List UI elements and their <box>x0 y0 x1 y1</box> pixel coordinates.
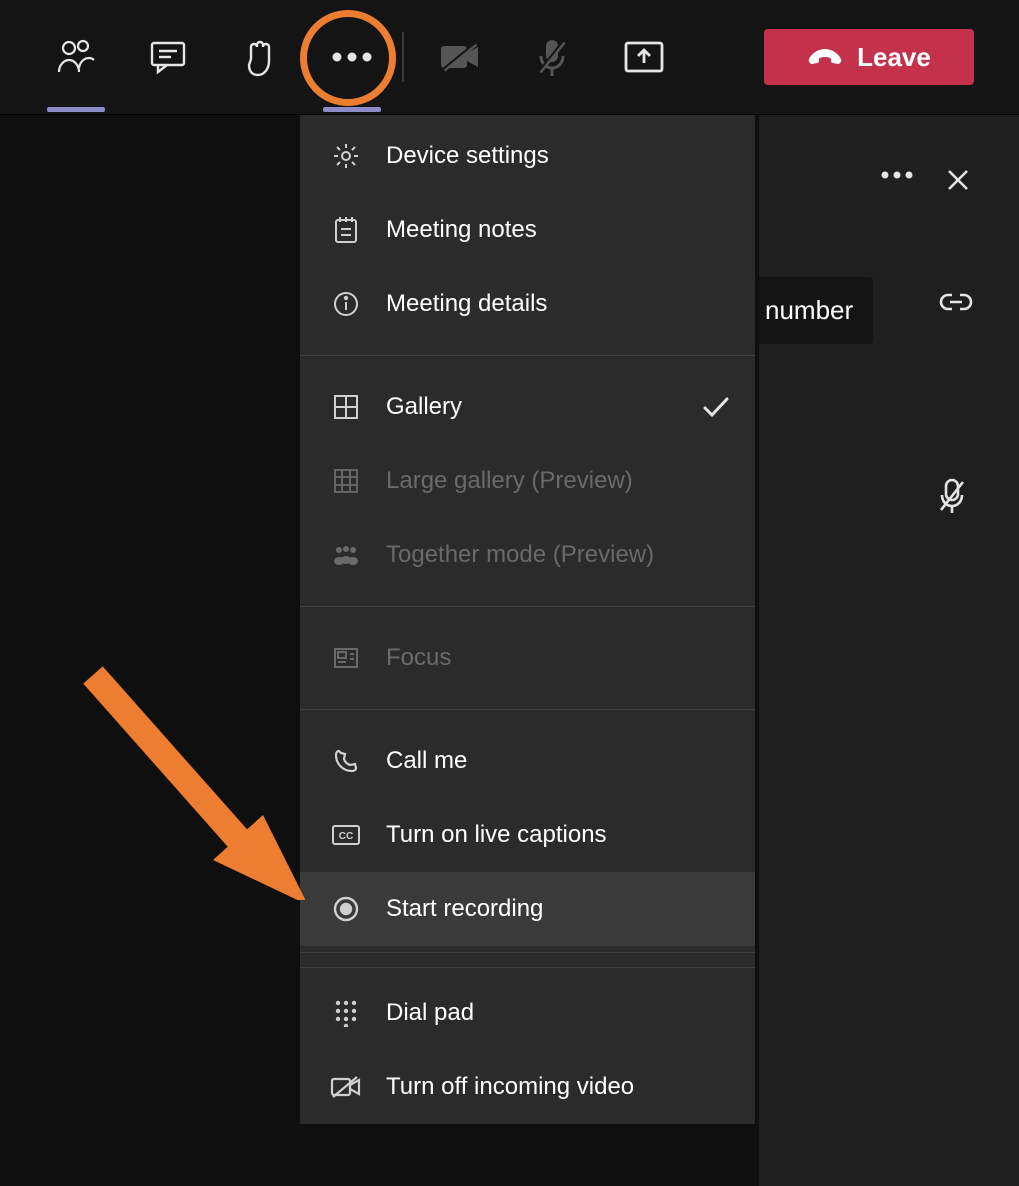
menu-label: Turn on live captions <box>386 821 607 849</box>
menu-call-me[interactable]: Call me <box>300 724 755 798</box>
focus-icon <box>330 646 362 670</box>
participants-button[interactable] <box>30 22 122 92</box>
hangup-icon <box>807 47 843 67</box>
menu-label: Together mode (Preview) <box>386 541 654 569</box>
menu-device-settings[interactable]: Device settings <box>300 119 755 193</box>
more-icon <box>329 51 375 63</box>
panel-more-button[interactable] <box>880 170 914 180</box>
people-icon <box>55 38 97 76</box>
more-actions-menu: Device settings Meeting notes Meeting de… <box>300 115 755 1124</box>
svg-text:CC: CC <box>339 831 353 842</box>
menu-gallery[interactable]: Gallery <box>300 370 755 444</box>
menu-label: Start recording <box>386 895 543 923</box>
together-icon <box>330 544 362 566</box>
menu-label: Focus <box>386 644 451 672</box>
menu-dial-pad[interactable]: Dial pad <box>300 976 755 1050</box>
gear-icon <box>330 142 362 170</box>
video-off-icon <box>330 1075 362 1099</box>
menu-separator <box>300 355 755 356</box>
menu-focus: Focus <box>300 621 755 695</box>
menu-label: Device settings <box>386 142 549 170</box>
menu-meeting-details[interactable]: Meeting details <box>300 267 755 341</box>
phone-icon <box>330 748 362 774</box>
annotation-arrow <box>78 660 308 900</box>
menu-together-mode: Together mode (Preview) <box>300 518 755 592</box>
info-icon <box>330 290 362 318</box>
meeting-toolbar: Leave <box>0 0 1019 115</box>
gallery-icon <box>330 393 362 421</box>
menu-label: Dial pad <box>386 999 474 1027</box>
large-gallery-icon <box>330 467 362 495</box>
share-screen-icon <box>623 39 665 75</box>
menu-start-recording[interactable]: Start recording <box>300 872 755 946</box>
menu-turn-off-incoming-video[interactable]: Turn off incoming video <box>300 1050 755 1124</box>
menu-large-gallery: Large gallery (Preview) <box>300 444 755 518</box>
active-underline <box>323 107 381 112</box>
leave-label: Leave <box>857 42 931 73</box>
menu-meeting-notes[interactable]: Meeting notes <box>300 193 755 267</box>
dialpad-icon <box>330 999 362 1027</box>
record-icon <box>330 895 362 923</box>
menu-label: Turn off incoming video <box>386 1073 634 1101</box>
menu-separator <box>300 952 755 953</box>
share-button[interactable] <box>598 22 690 92</box>
camera-off-icon <box>438 40 482 74</box>
camera-button[interactable] <box>414 22 506 92</box>
menu-separator <box>300 967 755 968</box>
active-underline <box>47 107 105 112</box>
menu-label: Meeting details <box>386 290 547 318</box>
cc-icon: CC <box>330 824 362 846</box>
mic-button[interactable] <box>506 22 598 92</box>
link-icon[interactable] <box>939 291 973 313</box>
menu-live-captions[interactable]: CC Turn on live captions <box>300 798 755 872</box>
menu-label: Gallery <box>386 393 462 421</box>
number-label: number <box>765 295 853 325</box>
chat-icon <box>149 39 187 75</box>
hand-icon <box>243 37 277 77</box>
menu-label: Meeting notes <box>386 216 537 244</box>
more-actions-button[interactable] <box>306 22 398 92</box>
menu-label: Large gallery (Preview) <box>386 467 633 495</box>
menu-separator <box>300 606 755 607</box>
mic-off-icon <box>535 36 569 78</box>
raise-hand-button[interactable] <box>214 22 306 92</box>
side-panel: number <box>759 115 1019 1186</box>
toolbar-divider <box>402 32 404 82</box>
check-icon <box>701 396 731 418</box>
leave-button[interactable]: Leave <box>764 29 974 85</box>
notes-icon <box>330 215 362 245</box>
panel-close-button[interactable] <box>945 167 971 193</box>
menu-separator <box>300 709 755 710</box>
number-chip[interactable]: number <box>759 277 873 344</box>
participant-mic-off-icon[interactable] <box>937 477 967 515</box>
chat-button[interactable] <box>122 22 214 92</box>
menu-label: Call me <box>386 747 467 775</box>
